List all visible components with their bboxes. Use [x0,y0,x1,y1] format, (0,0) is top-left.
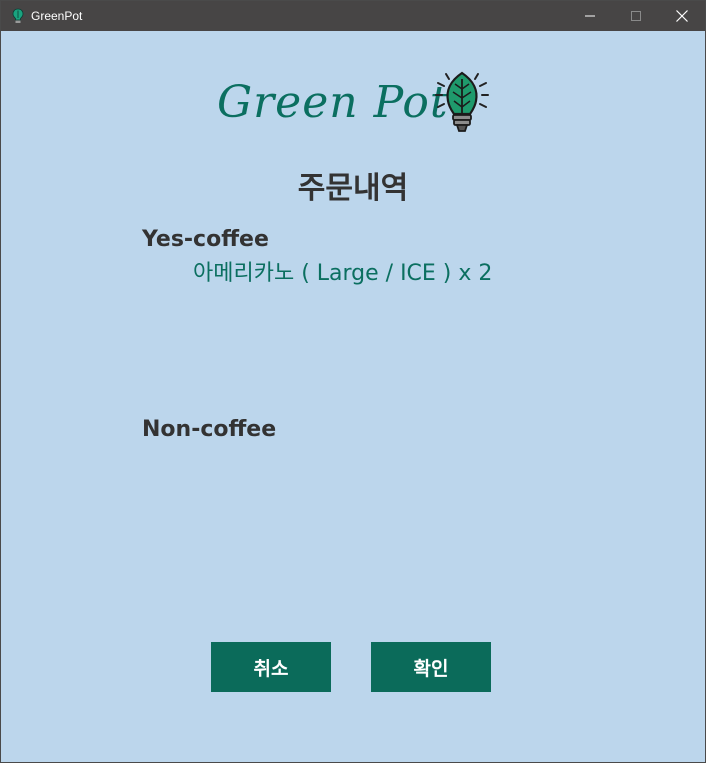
close-icon [676,10,688,22]
window-title: GreenPot [31,9,83,23]
close-button[interactable] [659,1,705,31]
non-coffee-label: Non-coffee [142,417,277,442]
app-icon [12,8,24,23]
page-title: 주문내역 [297,171,409,206]
logo-text: Green Pot [217,77,449,128]
cancel-button[interactable]: 취소 [211,642,331,692]
lightbulb-leaf-icon [435,71,489,132]
order-item: 아메리카노 ( Large / ICE ) x 2 [193,261,493,286]
maximize-icon [631,11,641,21]
app-window: GreenPot Green Pot 주문내역 Yes-coffee 아메리카노… [0,0,706,763]
confirm-button[interactable]: 확인 [371,642,491,692]
yes-coffee-label: Yes-coffee [142,227,269,252]
minimize-icon [585,15,595,17]
maximize-button[interactable] [613,1,659,31]
title-bar[interactable]: GreenPot [1,1,705,31]
minimize-button[interactable] [567,1,613,31]
